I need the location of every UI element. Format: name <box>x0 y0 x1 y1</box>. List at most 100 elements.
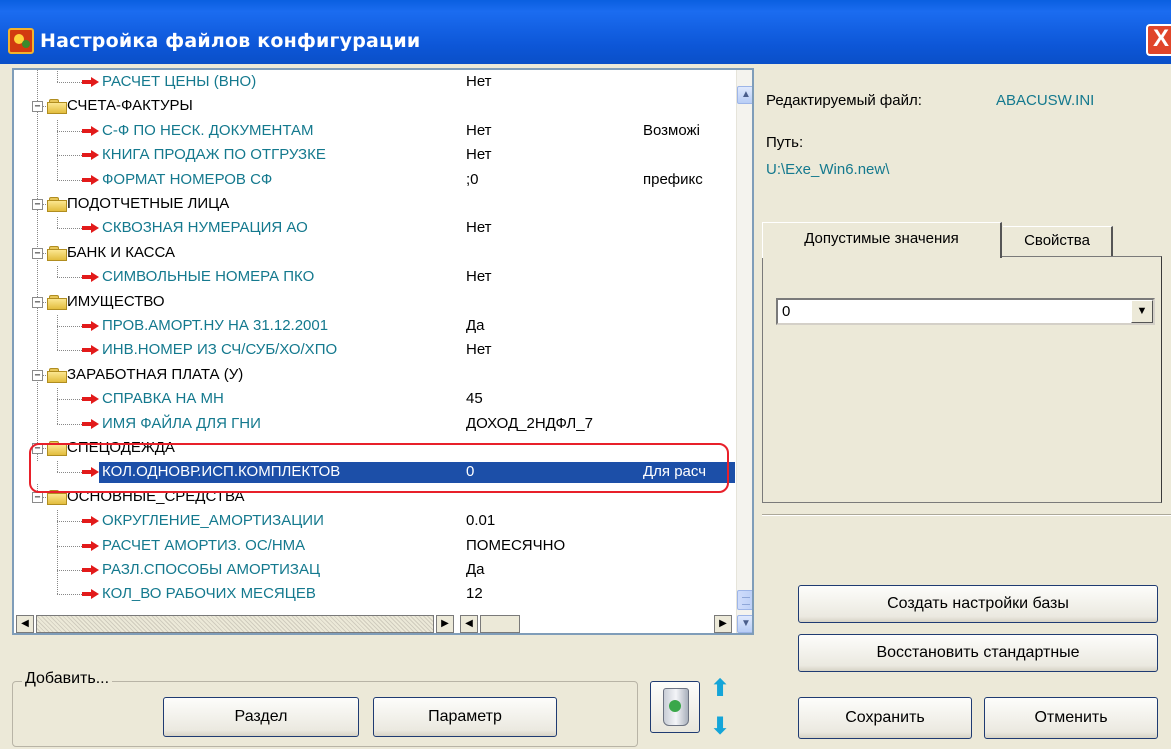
hscroll-thumb[interactable] <box>480 615 520 633</box>
section-label: БАНК И КАССА <box>67 244 175 261</box>
tree-param-row[interactable]: КОЛ_ВО РАБОЧИХ МЕСЯЦЕВ 12 <box>14 583 736 606</box>
param-value: Да <box>466 561 485 578</box>
tree-param-row[interactable]: СПРАВКА НА МН 45 <box>14 388 736 411</box>
param-label: РАЗЛ.СПОСОБЫ АМОРТИЗАЦ <box>102 561 321 578</box>
param-value: Нет <box>466 341 492 358</box>
add-section-button[interactable]: Раздел <box>163 697 359 737</box>
scroll-right-icon[interactable]: ▶ <box>714 615 732 633</box>
param-value: Да <box>466 317 485 334</box>
folder-icon <box>47 97 67 114</box>
param-label: РАСЧЕТ АМОРТИЗ. ОС/НМА <box>102 537 306 554</box>
tree-param-row[interactable]: ПРОВ.АМОРТ.НУ НА 31.12.2001 Да <box>14 315 736 338</box>
move-up-icon[interactable]: ⬆ <box>706 674 734 708</box>
arrow-right-icon <box>82 223 100 233</box>
tree-section-row[interactable]: − ЗАРАБОТНАЯ ПЛАТА (У) <box>14 364 736 387</box>
tab-allowed-values[interactable]: Допустимые значения <box>762 222 1002 258</box>
close-button[interactable]: X <box>1146 24 1171 56</box>
tree-param-row[interactable]: СКВОЗНАЯ НУМЕРАЦИЯ АО Нет <box>14 217 736 240</box>
tree-param-row[interactable]: СИМВОЛЬНЫЕ НОМЕРА ПКО Нет <box>14 266 736 289</box>
collapse-toggle[interactable]: − <box>32 101 43 112</box>
restore-defaults-button[interactable]: Восстановить стандартные <box>798 634 1158 672</box>
highlight-outline <box>29 443 729 493</box>
arrow-right-icon <box>82 419 100 429</box>
value-combobox[interactable]: 0 ▼ <box>776 298 1155 325</box>
edited-file-value: ABACUSW.INI <box>996 92 1095 109</box>
param-value: ;0 <box>466 171 479 188</box>
scroll-down-button[interactable]: ▼ <box>737 615 752 633</box>
param-label: КНИГА ПРОДАЖ ПО ОТГРУЗКЕ <box>102 146 326 163</box>
folder-icon <box>47 366 67 383</box>
tree-section-row[interactable]: − ИМУЩЕСТВО <box>14 291 736 314</box>
collapse-toggle[interactable]: − <box>32 370 43 381</box>
folder-icon <box>47 195 67 212</box>
tree-param-row[interactable]: ИМЯ ФАЙЛА ДЛЯ ГНИ ДОХОД_2НДФЛ_7 <box>14 413 736 436</box>
path-label: Путь: <box>766 134 804 151</box>
collapse-toggle[interactable]: − <box>32 248 43 259</box>
section-label: ЗАРАБОТНАЯ ПЛАТА (У) <box>67 366 244 383</box>
param-label: ИНВ.НОМЕР ИЗ СЧ/СУБ/ХО/ХПО <box>102 341 338 358</box>
tree-param-row[interactable]: КНИГА ПРОДАЖ ПО ОТГРУЗКЕ Нет <box>14 144 736 167</box>
chevron-down-icon[interactable]: ▼ <box>1131 300 1153 323</box>
tree-param-row[interactable]: РАСЧЕТ ЦЕНЫ (ВНО) Нет <box>14 71 736 94</box>
config-tree[interactable]: РАСЧЕТ ЦЕНЫ (ВНО) Нет − СЧЕТА-ФАКТУРЫ С-Ф ПО… <box>14 70 736 613</box>
param-label: СПРАВКА НА МН <box>102 390 224 407</box>
collapse-toggle[interactable]: − <box>32 492 43 503</box>
hscroll-track[interactable] <box>36 615 434 633</box>
tree-section-row[interactable]: − ПОДОТЧЕТНЫЕ ЛИЦА <box>14 193 736 216</box>
param-label: РАСЧЕТ ЦЕНЫ (ВНО) <box>102 73 257 90</box>
name-column-hscrollbar[interactable]: ◀ ▶ <box>14 613 458 633</box>
window-title: Настройка файлов конфигурации <box>40 30 421 52</box>
cancel-button[interactable]: Отменить <box>984 697 1158 739</box>
section-label: СЧЕТА-ФАКТУРЫ <box>67 97 193 114</box>
folder-icon <box>47 244 67 261</box>
param-label: КОЛ_ВО РАБОЧИХ МЕСЯЦЕВ <box>102 585 316 602</box>
value-column-hscrollbar[interactable]: ◀ ▶ <box>458 613 736 633</box>
tree-param-row[interactable]: РАЗЛ.СПОСОБЫ АМОРТИЗАЦ Да <box>14 559 736 582</box>
param-value: Нет <box>466 268 492 285</box>
tree-param-row[interactable]: ОКРУГЛЕНИЕ_АМОРТИЗАЦИИ 0.01 <box>14 510 736 533</box>
collapse-toggle[interactable]: − <box>32 297 43 308</box>
scroll-left-icon[interactable]: ◀ <box>460 615 478 633</box>
scroll-right-icon[interactable]: ▶ <box>436 615 454 633</box>
param-value: Нет <box>466 73 492 90</box>
section-label: ПОДОТЧЕТНЫЕ ЛИЦА <box>67 195 230 212</box>
arrow-right-icon <box>82 126 100 136</box>
scroll-thumb[interactable] <box>737 590 752 610</box>
collapse-toggle[interactable]: − <box>32 199 43 210</box>
tab-properties[interactable]: Свойства <box>1003 226 1113 256</box>
param-label: ФОРМАТ НОМЕРОВ СФ <box>102 171 273 188</box>
param-value: Нет <box>466 219 492 236</box>
arrow-right-icon <box>82 150 100 160</box>
delete-trash-icon[interactable] <box>650 681 700 733</box>
title-bar[interactable]: Настройка файлов конфигурации X <box>0 0 1171 64</box>
param-value: 0.01 <box>466 512 496 529</box>
move-down-icon[interactable]: ⬇ <box>706 712 734 746</box>
vertical-scrollbar[interactable]: ▲ ▼ <box>736 70 752 633</box>
save-button[interactable]: Сохранить <box>798 697 972 739</box>
right-separator <box>762 514 1171 516</box>
folder-icon <box>47 293 67 310</box>
tree-section-row[interactable]: − БАНК И КАССА <box>14 242 736 265</box>
app-icon <box>8 28 34 54</box>
combo-value: 0 <box>782 303 791 320</box>
arrow-right-icon <box>82 175 100 185</box>
edited-file-label: Редактируемый файл: <box>766 92 922 109</box>
section-label: ИМУЩЕСТВО <box>67 293 165 310</box>
create-db-settings-button[interactable]: Создать настройки базы <box>798 585 1158 623</box>
path-value: U:\Exe_Win6.new\ <box>766 161 890 178</box>
tree-section-row[interactable]: − СЧЕТА-ФАКТУРЫ <box>14 95 736 118</box>
param-value: Нет <box>466 122 492 139</box>
param-value: Нет <box>466 146 492 163</box>
tree-param-row[interactable]: ИНВ.НОМЕР ИЗ СЧ/СУБ/ХО/ХПО Нет <box>14 339 736 362</box>
scroll-up-button[interactable]: ▲ <box>737 86 752 104</box>
values-tab-panel <box>762 256 1162 503</box>
tree-param-row[interactable]: С-Ф ПО НЕСК. ДОКУМЕНТАМ Нет Возможі <box>14 120 736 143</box>
add-parameter-button[interactable]: Параметр <box>373 697 557 737</box>
arrow-right-icon <box>82 589 100 599</box>
arrow-right-icon <box>82 394 100 404</box>
scroll-left-icon[interactable]: ◀ <box>16 615 34 633</box>
tree-param-row[interactable]: РАСЧЕТ АМОРТИЗ. ОС/НМА ПОМЕСЯЧНО <box>14 535 736 558</box>
arrow-right-icon <box>82 272 100 282</box>
param-label: ПРОВ.АМОРТ.НУ НА 31.12.2001 <box>102 317 329 334</box>
tree-param-row[interactable]: ФОРМАТ НОМЕРОВ СФ ;0 префикс <box>14 169 736 192</box>
